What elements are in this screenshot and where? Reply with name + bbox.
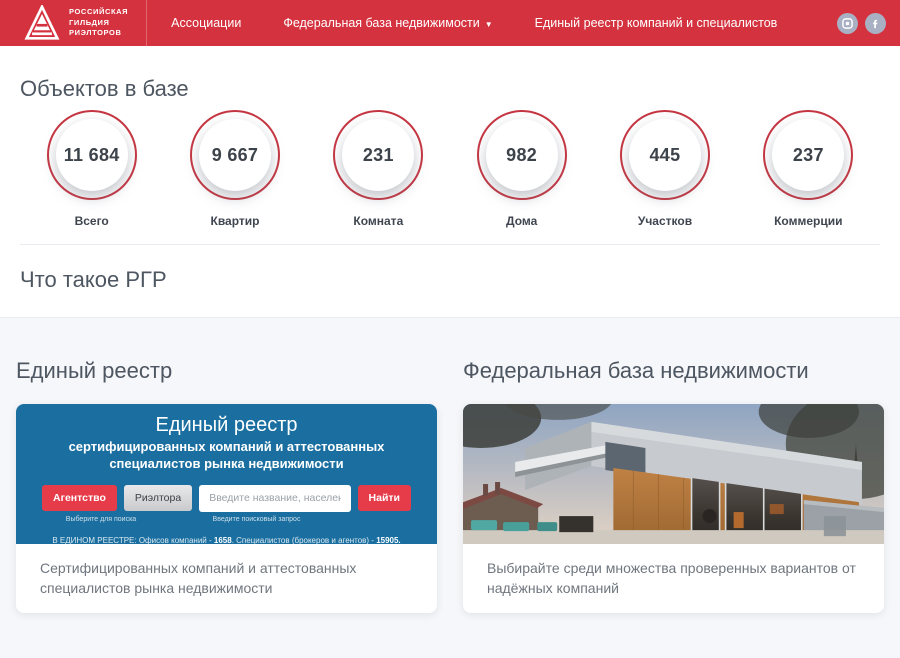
stat-label: Дома <box>506 214 537 228</box>
nav-item-registry[interactable]: Единый реестр компаний и специалистов <box>535 16 778 30</box>
about-rgr-section: Что такое РГР <box>0 245 900 317</box>
logo-text: РОССИЙСКАЯ ГИЛЬДИЯ РИЭЛТОРОВ <box>69 7 128 40</box>
logo[interactable]: РОССИЙСКАЯ ГИЛЬДИЯ РИЭЛТОРОВ <box>0 0 146 46</box>
nav-item-associations[interactable]: Ассоциации <box>171 16 241 30</box>
registry-search-input[interactable] <box>199 485 350 512</box>
stat-rooms: 231 Комната <box>307 110 450 228</box>
registry-banner: Единый реестр сертифицированных компаний… <box>16 404 437 544</box>
stat-plots: 445 Участков <box>593 110 736 228</box>
social-links <box>837 0 900 46</box>
nav-item-label: Единый реестр компаний и специалистов <box>535 16 778 30</box>
offices-count: 1658 <box>214 536 232 545</box>
banner-subtitle: сертифицированных компаний и аттестованн… <box>16 439 437 473</box>
stat-label: Участков <box>638 214 692 228</box>
stat-value: 237 <box>793 145 824 166</box>
stat-label: Коммерции <box>774 214 842 228</box>
stat-value: 9 667 <box>212 145 259 166</box>
specialists-count: 15905. <box>376 536 400 545</box>
choose-hint: Выберите для поиска <box>42 516 160 523</box>
registry-section-title: Единый реестр <box>16 358 437 384</box>
nav-item-label: Ассоциации <box>171 16 241 30</box>
fedbase-card[interactable]: Выбирайте среди множества проверенных ва… <box>463 404 884 613</box>
chevron-down-icon: ▼ <box>485 20 493 29</box>
objects-stats-section: Объектов в базе 11 684 Всего 9 667 Кварт… <box>0 46 900 245</box>
fedbase-card-caption: Выбирайте среди множества проверенных ва… <box>463 544 884 613</box>
stat-value: 11 684 <box>64 145 120 166</box>
cards-area: Единый реестр Единый реестр сертифициров… <box>0 317 900 658</box>
stat-apartments: 9 667 Квартир <box>163 110 306 228</box>
facebook-icon[interactable] <box>865 13 886 34</box>
registry-column: Единый реестр Единый реестр сертифициров… <box>16 358 437 613</box>
stat-value: 982 <box>506 145 537 166</box>
house-photo <box>463 404 884 544</box>
stat-label: Комната <box>353 214 403 228</box>
navbar: РОССИЙСКАЯ ГИЛЬДИЯ РИЭЛТОРОВ Ассоциации … <box>0 0 900 46</box>
nav-item-federal-base[interactable]: Федеральная база недвижимости ▼ <box>283 16 492 30</box>
stat-houses: 982 Дома <box>450 110 593 228</box>
stat-label: Всего <box>75 214 109 228</box>
registry-card[interactable]: Единый реестр сертифицированных компаний… <box>16 404 437 613</box>
registry-search-form: Агентство Риэлтора Найти <box>16 485 437 512</box>
nav-item-label: Федеральная база недвижимости <box>283 16 479 30</box>
banner-title: Единый реестр <box>16 414 437 437</box>
query-hint: Введите поисковый запрос <box>160 516 353 523</box>
stat-label: Квартир <box>211 214 260 228</box>
form-hints: Выберите для поиска Введите поисковый за… <box>16 516 437 523</box>
stat-total: 11 684 Всего <box>20 110 163 228</box>
stat-value: 445 <box>650 145 681 166</box>
rgr-logo-icon <box>24 5 60 41</box>
stats-title: Объектов в базе <box>20 76 880 102</box>
stat-value: 231 <box>363 145 394 166</box>
navbar-menu: Ассоциации Федеральная база недвижимости… <box>147 0 837 46</box>
realtor-button[interactable]: Риэлтора <box>124 485 192 511</box>
stat-commercial: 237 Коммерции <box>737 110 880 228</box>
fedbase-section-title: Федеральная база недвижимости <box>463 358 884 384</box>
fedbase-column: Федеральная база недвижимости <box>463 358 884 613</box>
registry-counts: В ЕДИНОМ РЕЕСТРЕ: Офисов компаний - 1658… <box>16 536 437 545</box>
stats-row: 11 684 Всего 9 667 Квартир 231 Комната 9… <box>20 110 880 228</box>
find-button[interactable]: Найти <box>358 485 411 511</box>
agency-button[interactable]: Агентство <box>42 485 117 511</box>
about-title: Что такое РГР <box>20 267 880 293</box>
instagram-icon[interactable] <box>837 13 858 34</box>
